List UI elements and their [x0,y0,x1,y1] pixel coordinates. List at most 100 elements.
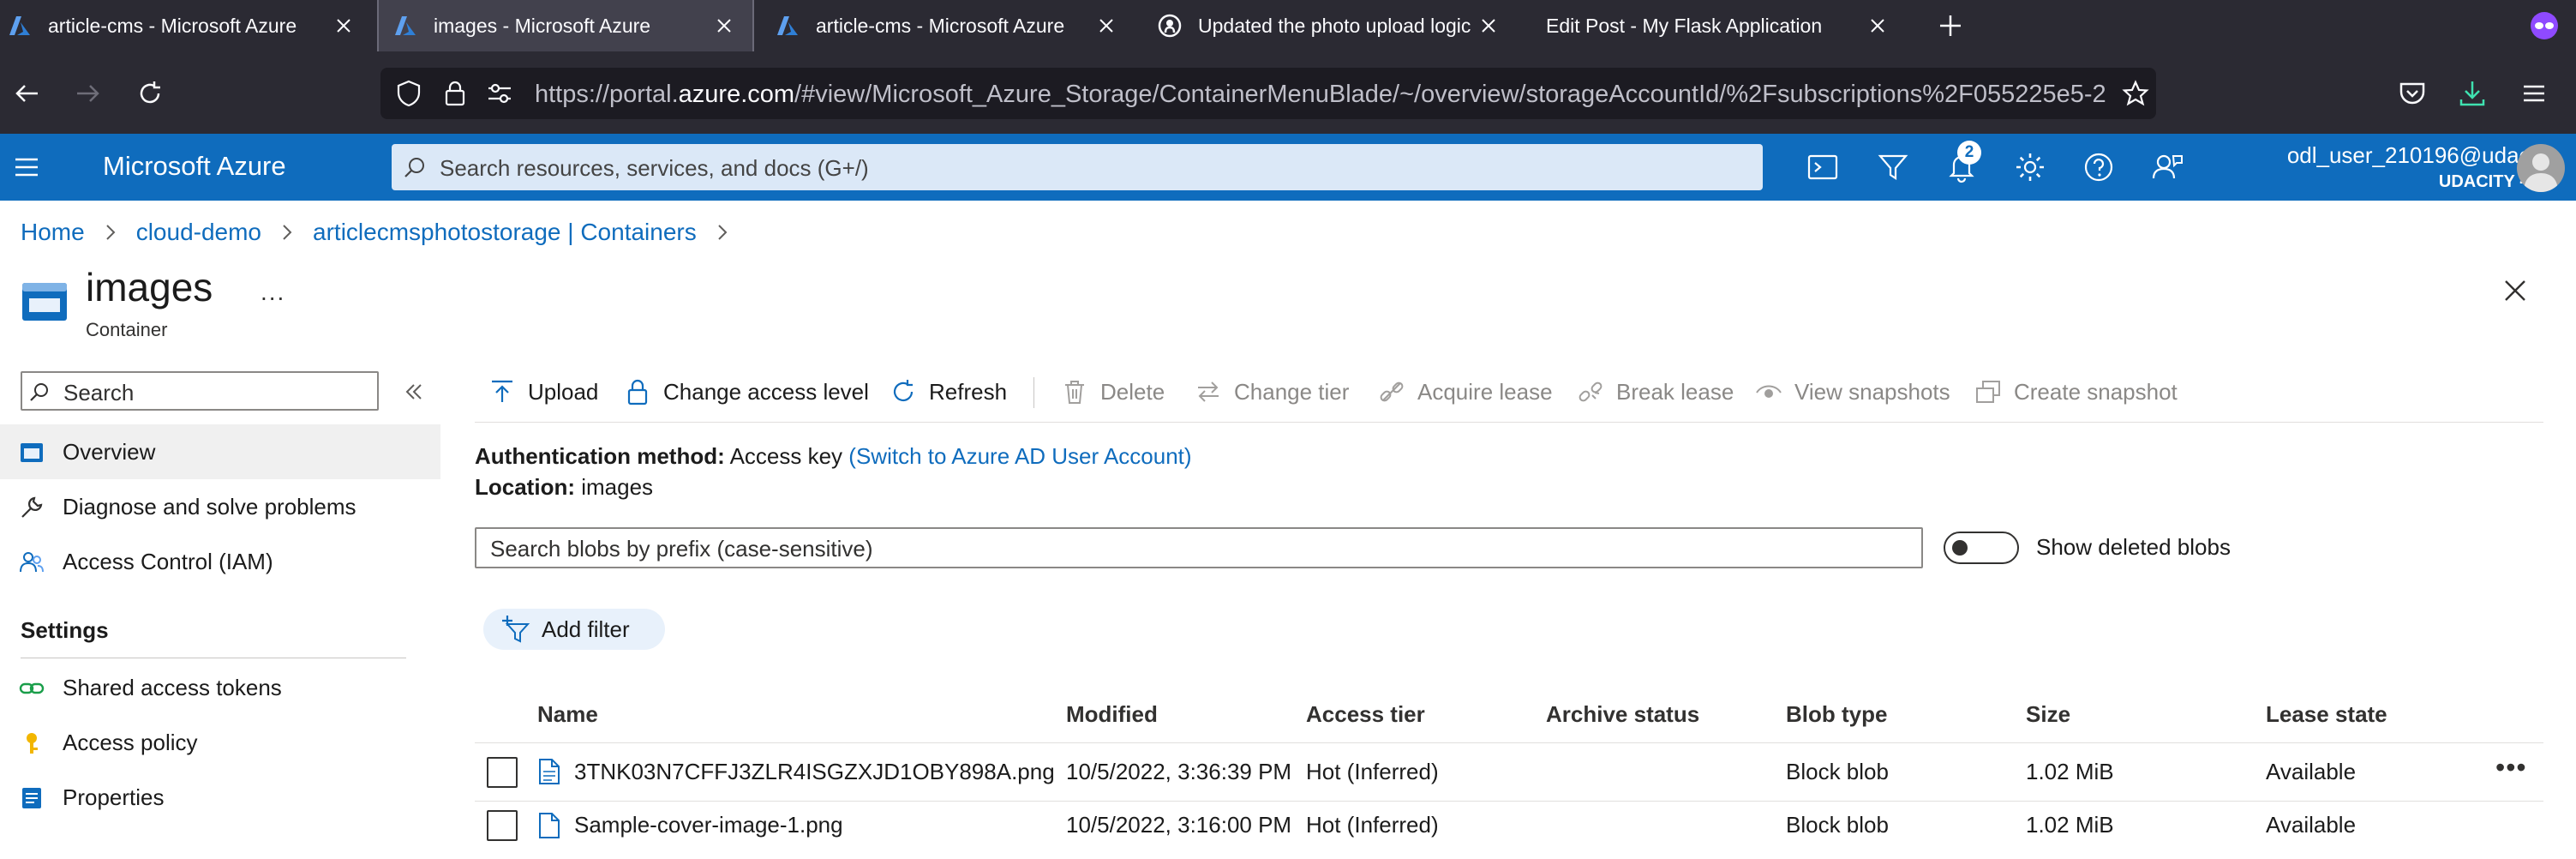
acquire-lease-button[interactable]: Acquire lease [1378,372,1553,411]
cell-access-tier: Hot (Inferred) [1306,759,1439,784]
blob-prefix-search-input[interactable]: Search blobs by prefix (case-sensitive) [475,527,1923,568]
column-header-archive-status[interactable]: Archive status [1546,701,1699,728]
page-title: images [86,265,213,309]
column-header-modified[interactable]: Modified [1066,701,1158,728]
new-tab-icon[interactable] [1935,10,1966,41]
browser-tab[interactable]: Updated the photo upload logic [1157,0,1517,51]
bookmark-star-icon[interactable] [2122,80,2149,107]
github-icon [1157,13,1183,39]
switch-auth-link[interactable]: (Switch to Azure AD User Account) [848,443,1191,469]
table-row[interactable]: Sample-cover-image-1.png 10/5/2022, 3:16… [475,801,2543,859]
downloads-icon[interactable] [2458,79,2487,108]
close-tab-icon[interactable] [1476,13,1501,39]
overview-icon [21,443,43,462]
create-snapshot-button[interactable]: Create snapshot [1974,372,2178,411]
blob-name-link[interactable]: 3TNK03N7CFFJ3ZLR4ISGZXJD1OBY898A.png [574,759,1055,785]
refresh-button[interactable]: Refresh [890,372,1007,411]
row-checkbox[interactable] [487,757,518,788]
browser-tab[interactable]: article-cms - Microsoft Azure [7,0,372,51]
browser-tab-active[interactable]: images - Microsoft Azure [377,0,754,51]
table-row[interactable]: 3TNK03N7CFFJ3ZLR4ISGZXJD1OBY898A.png 10/… [475,742,2543,801]
close-tab-icon[interactable] [711,13,737,39]
break-lease-button[interactable]: Break lease [1577,372,1734,411]
file-icon [539,759,560,784]
avatar[interactable] [2517,144,2565,192]
breadcrumb: Home cloud-demo articlecmsphotostorage |… [21,219,748,246]
column-header-blob-type[interactable]: Blob type [1786,701,1887,728]
sidebar-item-overview[interactable]: Overview [0,424,440,479]
settings-gear-icon[interactable] [2012,149,2048,185]
shield-icon[interactable] [396,80,422,107]
delete-button[interactable]: Delete [1061,372,1165,411]
feedback-icon[interactable] [2149,149,2185,185]
search-icon [30,383,48,401]
change-access-level-button[interactable]: Change access level [624,372,869,411]
sidebar-item-diagnose[interactable]: Diagnose and solve problems [0,479,440,534]
back-icon[interactable] [12,79,41,108]
column-header-lease-state[interactable]: Lease state [2266,701,2387,728]
column-header-name[interactable]: Name [537,701,598,728]
divider [475,422,2543,423]
breadcrumb-storage-account[interactable]: articlecmsphotostorage | Containers [313,219,697,246]
global-search-input[interactable]: Search resources, services, and docs (G+… [392,144,1763,190]
eye-icon [1756,385,1782,398]
reload-icon[interactable] [135,79,165,108]
show-deleted-blobs-toggle[interactable] [1944,532,2019,564]
account-info[interactable]: odl_user_210196@udaci... UDACITY - DS [2211,142,2554,192]
browser-tab[interactable]: Edit Post - My Flask Application [1546,0,1906,51]
more-options-button[interactable]: ... [261,279,285,306]
address-bar[interactable]: https://portal.azure.com/#view/Microsoft… [380,68,2156,119]
menu-icon[interactable] [2519,79,2549,108]
notification-count-badge: 2 [1957,141,1981,165]
trash-icon [1065,381,1084,404]
upload-button[interactable]: Upload [488,372,598,411]
sidebar-item-sas[interactable]: Shared access tokens [0,660,440,715]
permissions-icon[interactable] [487,81,512,105]
directory-filter-icon[interactable] [1875,149,1911,185]
collapse-sidebar-icon[interactable] [403,381,425,403]
chevron-right-icon [283,225,292,240]
forward-icon[interactable] [74,79,103,108]
breadcrumb-home[interactable]: Home [21,219,85,246]
cell-blob-type: Block blob [1786,759,1889,784]
sidebar-search-input[interactable]: Search [21,371,379,411]
hamburger-icon[interactable] [14,154,39,180]
location-info: Location: images [475,474,654,500]
lock-icon[interactable] [444,80,466,107]
sidebar-item-access-policy[interactable]: Access policy [0,715,440,770]
add-filter-button[interactable]: Add filter [483,609,665,650]
sidebar-item-properties[interactable]: Properties [0,770,440,825]
azure-icon [7,13,33,39]
cloud-shell-icon[interactable] [1805,149,1841,185]
close-tab-icon[interactable] [1093,13,1119,39]
close-tab-icon[interactable] [331,13,356,39]
help-icon[interactable] [2081,149,2117,185]
file-icon [539,813,560,838]
key-icon [27,733,38,754]
blob-name-link[interactable]: Sample-cover-image-1.png [574,812,843,838]
cell-lease-state: Available [2266,759,2357,784]
container-icon [22,283,67,321]
pocket-icon[interactable] [2398,79,2427,108]
break-link-icon [1579,381,1603,402]
private-browsing-icon[interactable] [2530,11,2559,40]
chevron-right-icon [718,225,728,240]
column-header-size[interactable]: Size [2026,701,2070,728]
close-icon[interactable] [2501,276,2530,305]
column-header-access-tier[interactable]: Access tier [1306,701,1425,728]
view-snapshots-button[interactable]: View snapshots [1755,372,1950,411]
lease-link-icon [1380,381,1404,402]
sidebar-item-iam[interactable]: Access Control (IAM) [0,534,440,589]
page-subtitle: Container [86,319,168,340]
azure-icon [392,13,418,39]
browser-tab[interactable]: article-cms - Microsoft Azure [775,0,1135,51]
row-checkbox[interactable] [487,810,518,841]
close-tab-icon[interactable] [1865,13,1890,39]
cell-access-tier: Hot (Inferred) [1306,812,1439,838]
row-more-button[interactable]: ••• [2495,752,2527,784]
show-deleted-blobs-label: Show deleted blobs [2036,534,2231,560]
azure-icon [775,13,800,39]
azure-brand[interactable]: Microsoft Azure [103,151,286,182]
breadcrumb-resource-group[interactable]: cloud-demo [136,219,261,246]
change-tier-button[interactable]: Change tier [1195,372,1349,411]
